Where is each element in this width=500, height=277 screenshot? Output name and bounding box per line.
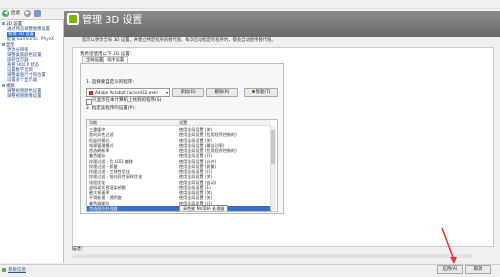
system-info-icon [2,268,6,272]
add-button[interactable]: 添加(D) [172,88,204,97]
back-arrow-icon: ◀ [2,10,9,17]
home-icon[interactable] [34,10,41,17]
row-feature: 虚拟现实预渲染帧数 [89,184,126,190]
table-row[interactable]: 着色缓存 使用全局设置 (开) [87,153,271,158]
row-feature: 线程优化 [89,179,106,185]
row-setting[interactable]: 使用全局设置 (应用程序控制的) [179,132,237,137]
folder-icon [2,43,5,46]
table-scrollbar-thumb[interactable] [271,130,275,164]
table-row[interactable]: 纹理过滤 - 各向异性采样优化 使用全局设置 (关) [87,174,271,179]
row-setting[interactable]: 使用全局设置 (允许) [179,159,216,164]
row-setting[interactable]: 使用全局设置 (关) [179,174,212,179]
row-feature: 低延时模式 [89,137,110,143]
back-button[interactable]: ◀ 后退 [2,10,22,18]
apply-button[interactable]: 应用(A) [437,265,463,274]
remove-button[interactable]: 删除(R) [206,88,238,97]
header-feature: 功能 [89,120,98,125]
row-feature: 纹理过滤 - 负 LOD 偏移 [89,158,133,164]
show-only-label: 只显示在本计算机上找到的程序(S) [92,98,162,103]
table-row[interactable]: 各向异性过滤 使用全局设置 (应用程序控制的) [87,132,271,137]
page-description: 您可以更改全局 3D 设置，并建立特定程序的替代值。每次启动指定的程序时，都会自… [82,38,276,43]
row-setting[interactable]: 使用全局设置 (关) [179,138,212,143]
chevron-down-icon: ▾ [165,90,168,95]
table-row[interactable]: 虚拟现实预渲染帧数 使用全局设置 (1) [87,185,271,190]
program-select-value: Adobe Acrobat (acrord32.exe) [95,90,158,95]
menu-bar: 文件(F) 编辑(E) 桌面(K) 3D 设置(S) 帮助(H) [0,0,500,17]
back-label: 后退 [11,11,20,16]
row-feature: 纹理过滤 - 质量 [89,163,118,169]
row-feature: 平滑处理 - 透明度 [89,195,122,201]
row-setting[interactable]: 使用全局设置 (1) [179,185,211,190]
row-feature: 着色器缓存 [89,200,110,206]
header-setting: 设置 [179,120,188,125]
row-setting[interactable]: 使用全局设置 (关) [179,195,212,200]
task-tree: 3D 设置 通过预览调整图像设置 管理 3D 设置 配置 Surround、Ph… [0,20,64,263]
program-select[interactable]: Adobe Acrobat (acrord32.exe) ▾ [86,88,170,97]
table-row[interactable]: 首选图形处理器 高性能 NVIDIA 处理器 [87,205,271,211]
row-setting[interactable]: 高性能 NVIDIA 处理器 [179,205,229,211]
table-row[interactable]: 平滑处理 - 透明度 使用全局设置 (关) [87,195,271,200]
page-title: 管理 3D 设置 [82,15,143,26]
row-setting[interactable]: 使用全局设置 (最佳功率) [179,143,224,148]
row-setting[interactable]: 使用全局设置 (自动) [179,180,216,185]
system-info-link[interactable]: 系统信息 [8,268,26,274]
tree-video-image[interactable]: 调整视频图像设置 [7,94,41,99]
table-row[interactable]: 纹理过滤 - 质量 使用全局设置 (质量) [87,164,271,169]
table-header: 功能 设置 [87,120,271,126]
step1-label: 1. 选择要自定义的程序： [86,80,137,85]
table-row[interactable]: 电源管理模式 使用全局设置 (最佳功率) [87,143,271,148]
restore-button[interactable]: 恢复(T) [244,88,278,97]
annotation-arrow-icon [441,227,457,264]
table-row[interactable]: 线程优化 使用全局设置 (自动) [87,180,271,185]
row-feature: 各向异性过滤 [89,132,114,138]
table-row[interactable]: 纹理过滤 - 负 LOD 偏移 使用全局设置 (允许) [87,159,271,164]
row-feature: 纹理过滤 - 各向异性采样优化 [89,174,143,180]
tree-configure-surround[interactable]: 配置 Surround、PhysX [7,37,54,42]
row-setting[interactable]: 使用全局设置 (质量) [179,164,216,169]
acrobat-icon [89,90,93,95]
description-text [72,254,472,258]
table-row[interactable]: 低延时模式 使用全局设置 (关) [87,138,271,143]
restore-icon [251,90,255,93]
status-bar: 系统信息 [0,264,500,277]
folder-icon [2,84,5,87]
settings-table: 功能 设置 三重缓冲 使用全局设置 (关) 各向异性过滤 使用全局设置 (应用程序控制… [86,119,278,212]
cancel-button[interactable]: 取消 [465,265,491,274]
tree-multiple-displays[interactable]: 设置多个显示器 [7,78,37,83]
row-setting[interactable]: 使用全局设置 (开) [179,153,212,158]
row-feature: 首选图形处理器 [89,205,118,211]
3d-settings-icon [67,13,79,25]
folder-icon [2,22,5,25]
step2-label: 2. 指定该程序的设置(P)： [86,106,139,111]
row-feature: 着色缓存 [89,153,106,159]
forward-arrow-icon[interactable]: ▶ [24,10,31,17]
row-feature: 电源管理模式 [89,142,114,148]
description-label: 描述： [72,247,86,252]
